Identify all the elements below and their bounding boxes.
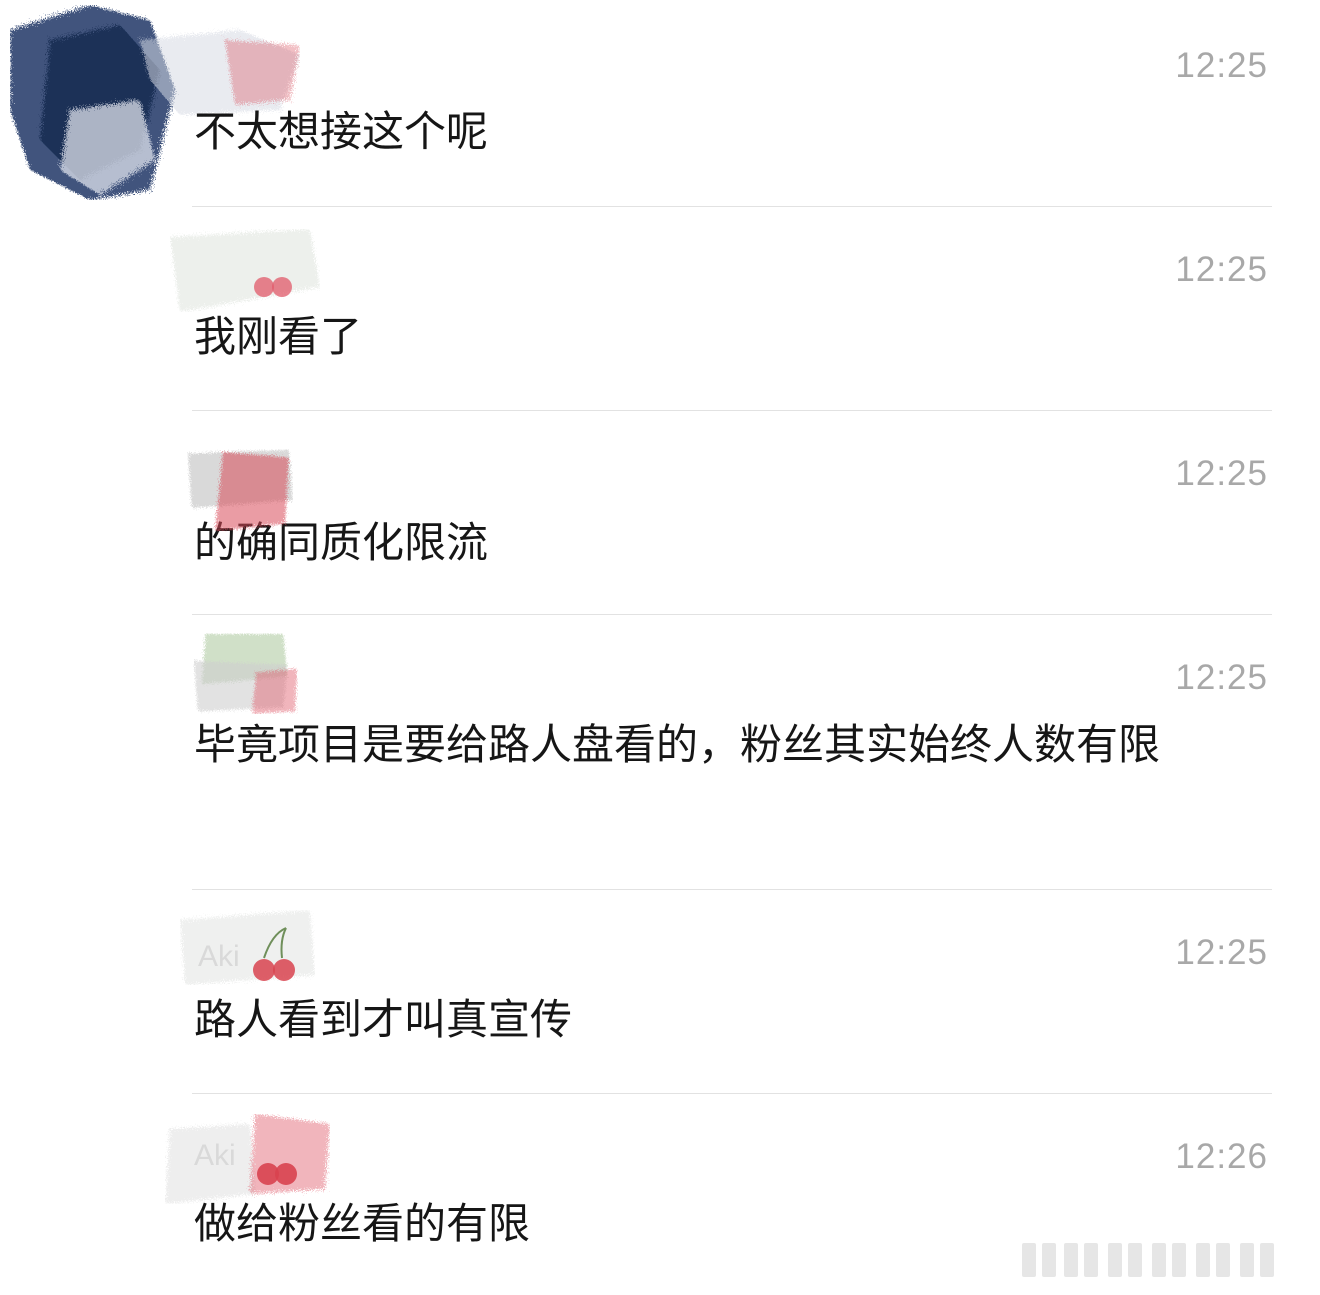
message-time: 12:25 bbox=[1175, 46, 1268, 85]
message-row[interactable]: 12:25 不太想接这个呢 bbox=[0, 0, 1320, 206]
message-time: 12:25 bbox=[1175, 658, 1268, 697]
sender-name: Aki bbox=[194, 1139, 236, 1172]
chat-message-list: 12:25 不太想接这个呢 12:25 我刚看了 的确同质化限流 12:25 1… bbox=[0, 0, 1320, 1295]
cherry-icon bbox=[253, 927, 295, 981]
message-row[interactable]: 的确同质化限流 12:25 bbox=[0, 411, 1320, 614]
cherry-icon bbox=[257, 1163, 297, 1185]
message-row[interactable]: 12:25 毕竟项目是要给路人盘看的，粉丝其实始终人数有限 bbox=[0, 615, 1320, 889]
message-time: 12:25 bbox=[1175, 250, 1268, 289]
message-row[interactable]: Aki 12:25 路人看到才叫真宣传 bbox=[0, 890, 1320, 1093]
message-time: 12:25 bbox=[1175, 454, 1268, 493]
message-text: 毕竟项目是要给路人盘看的，粉丝其实始终人数有限 bbox=[194, 720, 1161, 769]
message-time: 12:25 bbox=[1175, 933, 1268, 972]
sender-name: Aki bbox=[198, 940, 240, 973]
cherry-icon bbox=[254, 277, 292, 297]
message-text: 不太想接这个呢 bbox=[194, 107, 489, 156]
message-time: 12:26 bbox=[1175, 1137, 1268, 1176]
message-text: 我刚看了 bbox=[194, 312, 363, 361]
message-text: 路人看到才叫真宣传 bbox=[194, 995, 573, 1044]
watermark-bars bbox=[1022, 1243, 1274, 1277]
message-row[interactable]: 12:25 我刚看了 bbox=[0, 207, 1320, 410]
sender-redacted-scribble bbox=[193, 633, 298, 714]
message-text: 的确同质化限流 bbox=[194, 518, 489, 567]
